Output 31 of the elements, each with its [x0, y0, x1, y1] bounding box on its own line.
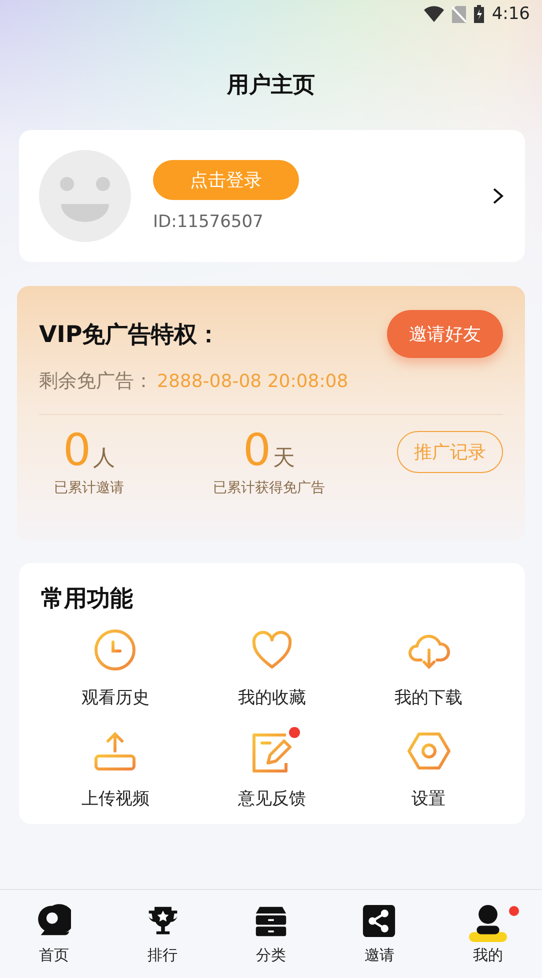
function-item[interactable]: 上传视频	[37, 729, 194, 810]
stat-value: 0	[63, 429, 91, 473]
page-title: 用户主页	[226, 72, 316, 100]
stat-unit: 人	[93, 445, 115, 473]
function-item[interactable]: 观看历史	[37, 628, 194, 709]
tab[interactable]: 邀请	[325, 890, 434, 978]
function-item[interactable]: 意见反馈	[194, 729, 350, 810]
chevron-right-icon	[491, 187, 505, 205]
wifi-icon	[424, 6, 444, 22]
tab[interactable]: 我的	[434, 890, 542, 978]
upload-icon	[93, 729, 138, 773]
tab[interactable]: 分类	[216, 890, 326, 978]
function-item[interactable]: 设置	[350, 729, 507, 810]
profile-card[interactable]: 点击登录 ID:11576507	[19, 130, 525, 262]
drawers-icon	[254, 904, 288, 938]
vip-title: VIP免广告特权：	[39, 320, 220, 350]
stat-value: 0	[243, 429, 271, 473]
stat-label: 已累计获得免广告	[213, 479, 325, 497]
stat-unit: 天	[273, 445, 295, 473]
user-id: ID:11576507	[153, 212, 264, 232]
tab[interactable]: 排行	[108, 890, 217, 978]
tab[interactable]: 首页	[0, 890, 108, 978]
function-item[interactable]: 我的收藏	[194, 628, 350, 709]
remaining-value: 2888-08-08 20:08:08	[157, 371, 348, 392]
remaining-label: 剩余免广告：	[39, 369, 153, 394]
section-title: 常用功能	[41, 585, 134, 614]
status-time: 4:16	[492, 4, 530, 24]
stat-label: 已累计邀请	[54, 479, 124, 497]
clock-icon	[93, 628, 138, 672]
function-item[interactable]: 我的下载	[350, 628, 507, 709]
share-icon	[362, 904, 396, 938]
